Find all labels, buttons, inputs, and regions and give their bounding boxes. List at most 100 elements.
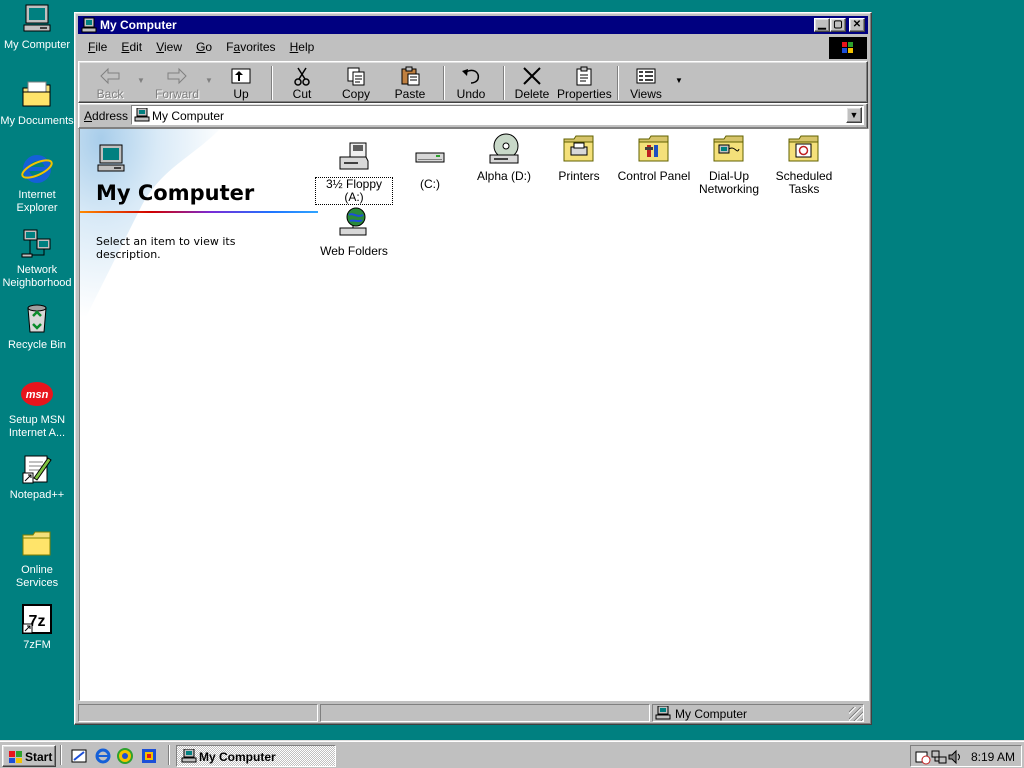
item-scheduled-tasks[interactable]: Scheduled Tasks [766, 131, 842, 196]
my-computer-icon [655, 706, 671, 720]
my-computer-icon [134, 108, 150, 122]
documents-folder-icon [22, 81, 51, 107]
views-button[interactable]: Views [625, 64, 667, 102]
desktop-icon-notepad-plus-plus[interactable]: Notepad++ [0, 452, 74, 502]
status-pane-text [78, 704, 318, 722]
menu-file[interactable]: File [83, 37, 113, 54]
item-printers[interactable]: Printers [541, 131, 617, 183]
hard-drive-icon [415, 152, 445, 163]
windows-logo-throbber [829, 37, 867, 59]
item-drive-d[interactable]: Alpha (D:) [466, 131, 542, 183]
address-value: My Computer [152, 109, 225, 123]
folder-view: My Computer Select an item to view its d… [79, 128, 869, 701]
desktop-icon-network-neighborhood[interactable]: Network Neighborhood [0, 227, 74, 290]
menu-go[interactable]: Go [191, 37, 218, 54]
my-computer-icon [181, 749, 197, 763]
desktop-icon-internet-explorer[interactable]: Internet Explorer [0, 152, 74, 215]
forward-arrow-icon [167, 67, 187, 85]
webview-panel-background [80, 129, 320, 700]
forward-button[interactable]: Forward [149, 64, 205, 102]
desktop-icon-label: Setup MSN Internet A... [8, 414, 66, 439]
back-arrow-icon [100, 67, 120, 85]
paste-button[interactable]: Paste [387, 64, 433, 102]
minimize-icon: ▁ [818, 19, 826, 30]
my-computer-icon [81, 17, 97, 33]
windows-flag-icon [842, 42, 853, 53]
menu-bar: File Edit View Go Favorites Help [83, 37, 863, 57]
item-control-panel[interactable]: Control Panel [616, 131, 692, 183]
window-title: My Computer [100, 18, 177, 32]
clock[interactable]: 8:19 AM [971, 750, 1015, 764]
back-button[interactable]: Back [89, 64, 131, 102]
internet-explorer-icon [21, 155, 53, 183]
up-button[interactable]: Up [221, 64, 261, 102]
address-dropdown-button[interactable]: ▼ [846, 107, 862, 123]
msn-icon: msn [21, 382, 53, 406]
minimize-button[interactable]: ▁ [814, 18, 830, 32]
desktop-icon-label: Network Neighborhood [2, 264, 72, 289]
desktop-icon-label: Notepad++ [9, 489, 65, 501]
back-dropdown-icon[interactable]: ▼ [137, 76, 145, 85]
my-computer-large-icon [97, 144, 125, 172]
up-folder-icon [231, 68, 251, 84]
desktop-icon-setup-msn[interactable]: msn Setup MSN Internet A... [0, 377, 74, 440]
copy-icon [347, 67, 365, 86]
maximize-button[interactable]: ▢ [830, 18, 846, 32]
printers-folder-icon [563, 135, 594, 162]
scheduler-tray-icon[interactable] [915, 749, 931, 765]
desktop-icon-label: My Documents [0, 115, 74, 127]
toolbar-separator [271, 66, 273, 100]
desktop-icon-recycle-bin[interactable]: Recycle Bin [0, 302, 74, 352]
delete-x-icon [523, 67, 541, 85]
menu-edit[interactable]: Edit [116, 37, 148, 54]
views-grid-icon [636, 68, 656, 84]
title-bar[interactable]: My Computer ▁ ▢ ✕ [78, 16, 868, 34]
taskbar-button-my-computer[interactable]: My Computer [176, 745, 336, 767]
close-icon: ✕ [852, 19, 862, 30]
taskbar-separator [60, 745, 62, 765]
menu-view[interactable]: View [151, 37, 188, 54]
copy-button[interactable]: Copy [333, 64, 379, 102]
view-channels-icon[interactable] [140, 747, 158, 765]
item-drive-c[interactable]: (C:) [392, 139, 468, 191]
undo-button[interactable]: Undo [449, 64, 493, 102]
7zip-icon: 7z [22, 604, 52, 634]
desktop-icon-online-services[interactable]: Online Services [0, 527, 74, 590]
views-dropdown-icon[interactable]: ▼ [675, 76, 683, 85]
taskbar-separator [168, 745, 170, 765]
internet-explorer-icon[interactable] [94, 747, 112, 765]
desktop-icon-label: Online Services [15, 564, 59, 589]
desktop-icon-label: 7zFM [23, 639, 51, 651]
desktop-icon-7zfm[interactable]: 7z 7zFM [0, 602, 74, 652]
address-field[interactable]: My Computer ▼ [131, 105, 864, 125]
item-web-folders[interactable]: Web Folders [316, 206, 392, 258]
windows-logo-icon [9, 751, 22, 763]
standard-toolbar: Back ▼ Forward ▼ Up Cut Copy Paste Undo [78, 61, 868, 103]
properties-icon [576, 66, 592, 86]
forward-dropdown-icon[interactable]: ▼ [205, 76, 213, 85]
menu-favorites[interactable]: Favorites [221, 37, 281, 54]
show-desktop-icon[interactable] [70, 747, 88, 765]
item-floppy-a[interactable]: 3½ Floppy (A:) [315, 139, 393, 205]
system-tray: 8:19 AM [910, 745, 1022, 767]
network-tray-icon[interactable] [931, 749, 947, 765]
outlook-express-icon[interactable] [116, 747, 134, 765]
toolbar-separator [617, 66, 619, 100]
undo-icon [462, 69, 480, 84]
volume-icon[interactable] [947, 749, 963, 765]
folder-icon [22, 531, 51, 556]
desktop-icon-my-computer[interactable]: My Computer [0, 2, 74, 52]
close-button[interactable]: ✕ [849, 18, 865, 32]
resize-grip[interactable] [849, 707, 863, 721]
webview-title: My Computer [96, 181, 255, 205]
menu-help[interactable]: Help [285, 37, 321, 54]
webview-description: Select an item to view its description. [96, 235, 236, 261]
desktop-icon-my-documents[interactable]: My Documents [0, 78, 74, 128]
desktop-icon-label: Internet Explorer [16, 189, 58, 214]
cut-button[interactable]: Cut [281, 64, 323, 102]
properties-button[interactable]: Properties [557, 64, 612, 102]
item-dial-up-networking[interactable]: Dial-Up Networking [691, 131, 767, 196]
cd-drive-icon [489, 133, 519, 164]
start-button[interactable]: Start [2, 745, 56, 767]
delete-button[interactable]: Delete [509, 64, 555, 102]
